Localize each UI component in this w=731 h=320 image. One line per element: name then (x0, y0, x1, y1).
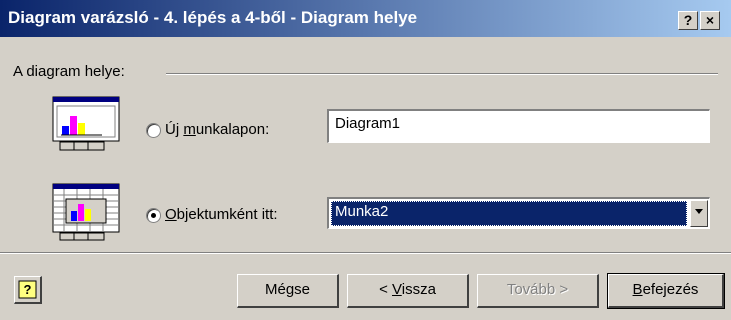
finish-button[interactable]: Befejezés (607, 273, 725, 309)
window-title: Diagram varázsló - 4. lépés a 4-ből - Di… (8, 8, 418, 27)
group-label: A diagram helye: (13, 63, 125, 80)
new-sheet-chart-icon (52, 96, 120, 151)
close-button[interactable]: × (700, 11, 720, 30)
back-button[interactable]: < Vissza (347, 274, 469, 308)
new-sheet-radio[interactable] (146, 123, 161, 138)
help-title-button[interactable]: ? (678, 11, 698, 30)
sheet-select[interactable]: Munka2 (327, 197, 710, 229)
as-object-radio[interactable] (146, 208, 161, 223)
help-button[interactable]: ? (14, 276, 42, 304)
svg-text:?: ? (24, 282, 32, 297)
sheet-select-value: Munka2 (331, 201, 687, 226)
radio-dot (151, 213, 156, 218)
embedded-chart-icon (52, 183, 120, 241)
group-divider (166, 73, 718, 75)
new-sheet-label[interactable]: Új munkalapon: (165, 121, 269, 138)
help-icon: ? (18, 280, 37, 299)
title-bar: Diagram varázsló - 4. lépés a 4-ből - Di… (0, 0, 731, 37)
next-button[interactable]: Tovább > (477, 274, 599, 308)
cancel-button[interactable]: Mégse (237, 274, 339, 308)
chevron-down-icon[interactable] (690, 200, 708, 227)
new-sheet-name-field[interactable]: Diagram1 (327, 109, 710, 143)
button-separator (0, 252, 731, 254)
as-object-label[interactable]: Objektumként itt: (165, 206, 278, 223)
